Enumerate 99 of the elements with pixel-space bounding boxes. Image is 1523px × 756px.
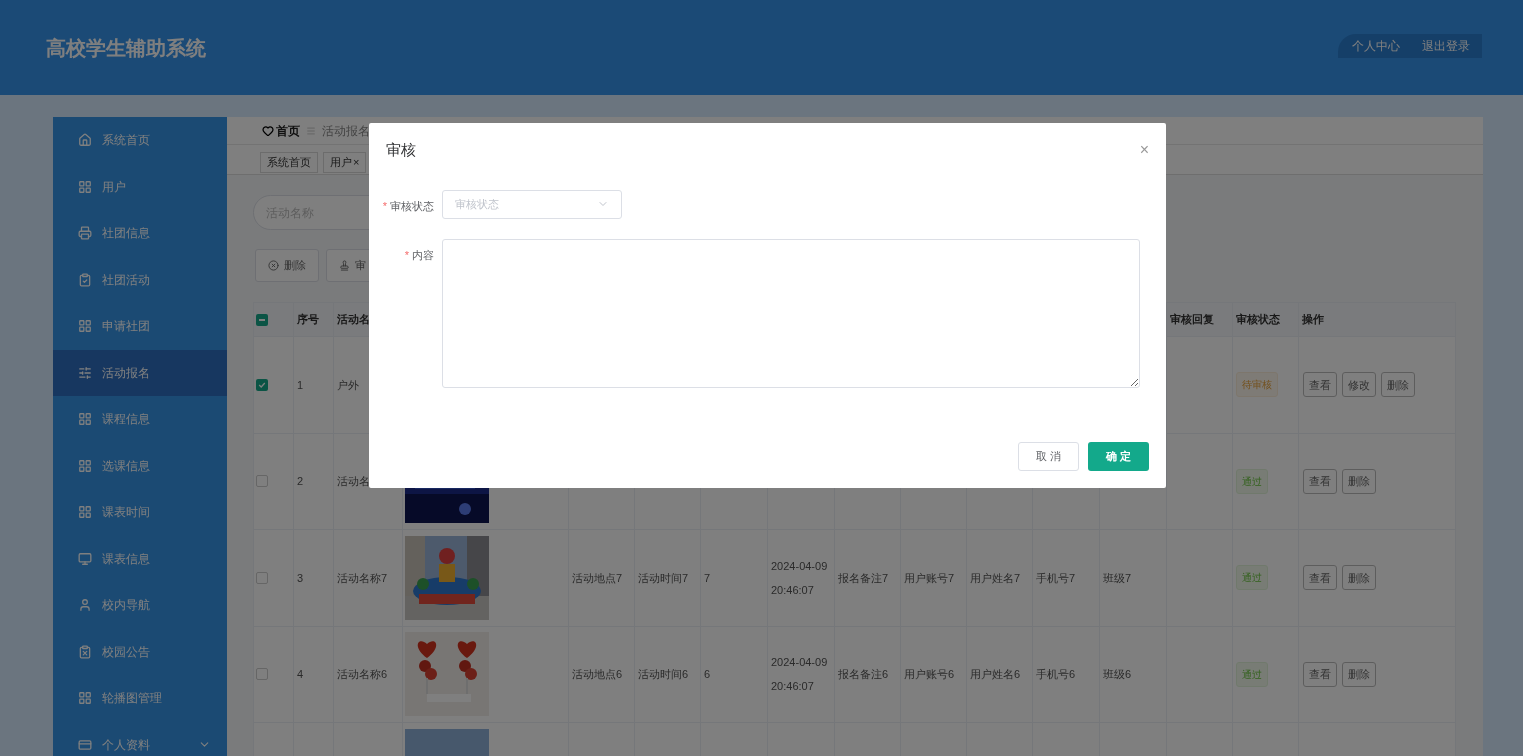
table-cell-text: 活动名称7 xyxy=(337,570,388,586)
required-mark: * xyxy=(382,199,387,212)
table-cell-text: 活动名称6 xyxy=(337,667,388,682)
action-button[interactable]: 查看 xyxy=(1303,372,1337,398)
cancel-button[interactable]: 取 消 xyxy=(1018,442,1079,471)
check-icon xyxy=(258,380,266,389)
column-header: 序号 xyxy=(297,312,319,328)
sidebar-item[interactable]: 系统首页 xyxy=(53,117,227,164)
action-button[interactable]: 删除 xyxy=(1342,468,1376,494)
sliders-icon xyxy=(78,365,92,380)
table-cell-text: 1 xyxy=(297,377,304,393)
app-title: 高校学生辅助系统 xyxy=(46,35,206,61)
table-cell-text: 活动名 xyxy=(337,474,370,489)
sidebar-item[interactable]: 个人资料 xyxy=(53,721,227,756)
status-select[interactable]: 审核状态 xyxy=(442,189,622,219)
column-header: 操作 xyxy=(1302,312,1324,328)
table-cell-text: 6 xyxy=(704,667,711,683)
status-tag: 通过 xyxy=(1236,661,1268,687)
sidebar-item[interactable]: 课程信息 xyxy=(53,396,227,443)
monitor-icon xyxy=(78,551,92,566)
sidebar-item[interactable]: 申请社团 xyxy=(53,303,227,350)
confirm-button[interactable]: 确 定 xyxy=(1088,442,1149,471)
home-icon xyxy=(78,133,92,148)
field-label: 内容 xyxy=(412,248,434,261)
action-button[interactable]: 查看 xyxy=(1303,565,1337,591)
clipboard-check-icon xyxy=(78,272,92,287)
grid-icon xyxy=(78,412,92,427)
sidebar-item[interactable]: 选课信息 xyxy=(53,442,227,489)
grid-icon xyxy=(78,458,92,473)
breadcrumb-link[interactable]: 首页 xyxy=(276,121,300,140)
table-cell-text: 活动地点7 xyxy=(572,570,623,586)
table-cell-text: 用户账号6 xyxy=(904,667,955,683)
sidebar-item[interactable]: 社团活动 xyxy=(53,256,227,303)
table-cell-text: 班级7 xyxy=(1103,570,1132,586)
page-tab[interactable]: 系统首页 xyxy=(260,152,318,173)
sidebar-item[interactable]: 校园公告 xyxy=(53,628,227,675)
table-cell-text: 2024-04-09 20:46:07 xyxy=(771,558,829,598)
sidebar-item[interactable]: 课表信息 xyxy=(53,535,227,582)
column-header: 审核回复 xyxy=(1170,312,1214,328)
table-cell-text: 活动地点6 xyxy=(572,667,623,683)
table-cell-text: 2 xyxy=(297,474,304,489)
checkbox[interactable] xyxy=(256,668,268,681)
table-cell-text: 班级6 xyxy=(1103,667,1132,683)
column-header: 审核状态 xyxy=(1236,312,1280,328)
table-cell-text: 户外 xyxy=(337,377,359,393)
table-cell-text: 手机号6 xyxy=(1036,667,1076,683)
dialog-title: 审核 xyxy=(386,140,416,160)
required-mark: * xyxy=(404,248,409,261)
table-cell-text: 2024-04-09 20:46:07 xyxy=(771,655,829,695)
status-tag: 通过 xyxy=(1236,565,1268,591)
heart-icon xyxy=(262,124,274,137)
column-header: 活动名 xyxy=(337,312,370,328)
action-button[interactable]: 修改 xyxy=(1342,372,1376,398)
toolbar-button[interactable]: 删除 xyxy=(255,249,319,282)
printer-icon xyxy=(78,226,92,241)
table-cell-text: 手机号7 xyxy=(1036,570,1076,586)
status-tag: 通过 xyxy=(1236,468,1268,494)
clipboard-x-icon xyxy=(78,644,92,659)
table-cell-text: 用户姓名7 xyxy=(970,570,1021,586)
content-textarea[interactable] xyxy=(442,238,1140,388)
field-label: 审核状态 xyxy=(390,199,434,212)
nav-link[interactable]: 个人中心 xyxy=(1352,36,1400,55)
grid-icon xyxy=(78,505,92,520)
close-icon[interactable]: × xyxy=(1139,142,1149,159)
close-circle-icon xyxy=(268,260,279,271)
action-button[interactable]: 删除 xyxy=(1342,661,1376,687)
table-cell-text: 活动时间7 xyxy=(638,570,689,586)
sidebar-item[interactable]: 校内导航 xyxy=(53,582,227,629)
grid-icon xyxy=(78,691,92,706)
action-button[interactable]: 删除 xyxy=(1381,372,1415,398)
sidebar-item[interactable]: 课表时间 xyxy=(53,489,227,536)
close-icon[interactable]: × xyxy=(353,154,360,171)
checkbox[interactable] xyxy=(256,313,268,326)
checkbox[interactable] xyxy=(256,475,268,488)
grid-icon xyxy=(78,319,92,334)
user-icon xyxy=(78,598,92,613)
sidebar-item[interactable]: 社团信息 xyxy=(53,210,227,257)
table-cell-text: 用户姓名6 xyxy=(970,667,1021,683)
nav-link[interactable]: 退出登录 xyxy=(1422,36,1470,55)
status-tag: 待审核 xyxy=(1236,372,1278,398)
checkbox[interactable] xyxy=(256,378,268,391)
table-cell-text: 报名备注6 xyxy=(838,667,889,683)
table-cell-text: 活动时间6 xyxy=(638,667,689,683)
grid-icon xyxy=(78,179,92,194)
action-button[interactable]: 查看 xyxy=(1303,661,1337,687)
table-cell-text: 3 xyxy=(297,570,304,586)
page-tab[interactable]: 用户× xyxy=(323,152,367,173)
checkbox[interactable] xyxy=(256,571,268,584)
table-cell-text: 4 xyxy=(297,667,304,682)
sidebar-item[interactable]: 轮播图管理 xyxy=(53,675,227,722)
table-cell-text: 报名备注7 xyxy=(838,570,889,586)
action-button[interactable]: 查看 xyxy=(1303,468,1337,494)
stamp-icon xyxy=(339,260,350,271)
card-icon xyxy=(78,737,92,752)
table-cell-text: 用户账号7 xyxy=(904,570,955,586)
sidebar-item[interactable]: 用户 xyxy=(53,163,227,210)
sidebar-item[interactable]: 活动报名 xyxy=(53,349,227,396)
action-button[interactable]: 删除 xyxy=(1342,565,1376,591)
table-cell-text: 7 xyxy=(704,570,711,586)
